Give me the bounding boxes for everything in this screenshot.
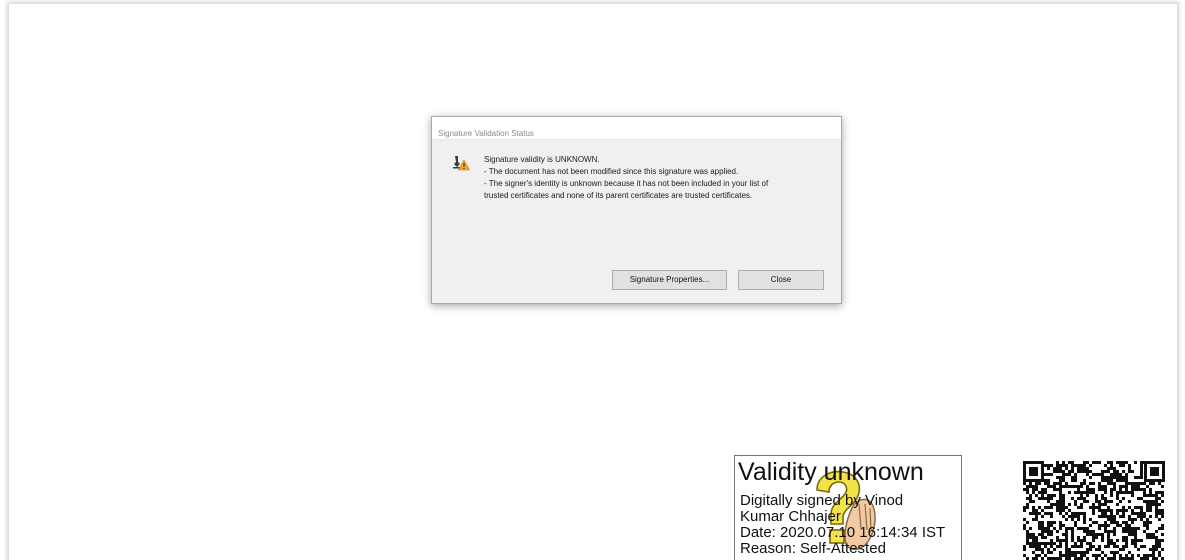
message-line: - The signer's identity is unknown becau… [484, 179, 769, 188]
signature-line: Date: 2020.07.10 16:14:34 IST [740, 524, 946, 541]
signature-line: Digitally signed by Vinod [740, 492, 904, 509]
signature-status-title: Validity unknown [738, 458, 924, 486]
viewer-canvas: Signature Validation Status Signature va… [0, 0, 1185, 560]
close-button[interactable]: Close [738, 270, 824, 290]
signature-validation-dialog: Signature Validation Status Signature va… [431, 116, 842, 304]
signature-properties-button[interactable]: Signature Properties... [612, 270, 727, 290]
warning-signature-icon [453, 156, 470, 171]
signature-field[interactable]: Validity unknown Digitally signed by Vin… [734, 455, 962, 560]
dialog-message: Signature validity is UNKNOWN. - The doc… [484, 154, 824, 202]
message-line: - The document has not been modified sin… [484, 167, 739, 176]
signature-details: Digitally signed by Vinod Kumar Chhajer … [740, 493, 945, 557]
signature-line: Kumar Chhajer [740, 508, 841, 525]
signature-line: Reason: Self-Attested [740, 540, 886, 557]
qr-code-icon [1023, 461, 1165, 560]
dialog-titlebar[interactable]: Signature Validation Status [432, 117, 841, 140]
message-line: trusted certificates and none of its par… [484, 191, 753, 200]
message-line: Signature validity is UNKNOWN. [484, 155, 600, 164]
dialog-title: Signature Validation Status [438, 129, 534, 138]
